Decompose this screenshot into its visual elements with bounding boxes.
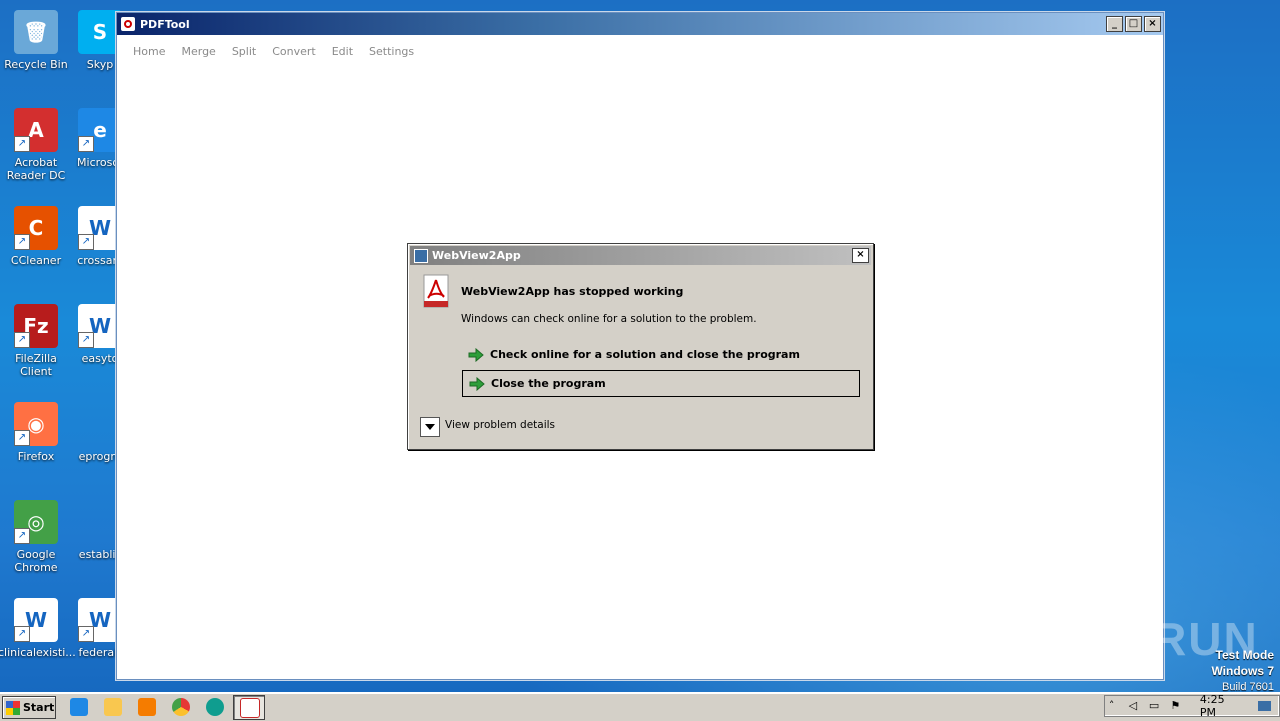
clock[interactable]: 4:25 PM bbox=[1200, 693, 1242, 719]
pdf-icon bbox=[240, 698, 260, 718]
windows-flag-icon bbox=[6, 700, 20, 715]
menu-merge[interactable]: Merge bbox=[181, 45, 215, 58]
shortcut-arrow-icon: ↗ bbox=[78, 332, 94, 348]
green-arrow-icon bbox=[468, 347, 484, 362]
pdftool-app-icon bbox=[121, 17, 135, 31]
green-arrow-icon bbox=[469, 376, 485, 391]
shortcut-icon: C ↗ bbox=[14, 206, 58, 250]
system-tray: ˄ ◁ ▭ ⚑ 4:25 PM bbox=[1104, 693, 1280, 719]
menu-convert[interactable]: Convert bbox=[272, 45, 316, 58]
check-online-option[interactable]: Check online for a solution and close th… bbox=[462, 341, 860, 368]
minimize-button[interactable]: _ bbox=[1106, 16, 1123, 32]
error-dialog: WebView2App × WebView2App has stopped wo… bbox=[407, 243, 874, 450]
dialog-heading: WebView2App has stopped working bbox=[461, 285, 684, 298]
folder-icon[interactable] bbox=[104, 698, 122, 716]
window-title: PDFTool bbox=[140, 17, 190, 31]
os-name: Windows 7 bbox=[1211, 664, 1274, 678]
start-label: Start bbox=[23, 701, 55, 714]
window-titlebar[interactable]: PDFTool _ □ × bbox=[117, 13, 1163, 35]
chrome-icon[interactable] bbox=[172, 698, 190, 716]
shortcut-arrow-icon: ↗ bbox=[14, 234, 30, 250]
shortcut-icon: A ↗ bbox=[14, 108, 58, 152]
dialog-title: WebView2App bbox=[432, 249, 521, 262]
media-player-icon[interactable] bbox=[138, 698, 156, 716]
app-menu: Home Merge Split Convert Edit Settings bbox=[117, 35, 1163, 58]
shortcut-arrow-icon: ↗ bbox=[14, 430, 30, 446]
shortcut-arrow-icon: ↗ bbox=[78, 626, 94, 642]
view-details-link[interactable]: View problem details bbox=[445, 419, 555, 431]
shortcut-icon: ◉ ↗ bbox=[14, 402, 58, 446]
test-mode-text: Test Mode bbox=[1215, 648, 1274, 662]
chevron-down-icon[interactable] bbox=[420, 417, 440, 437]
app-icon bbox=[414, 248, 428, 263]
ie-icon[interactable] bbox=[70, 698, 88, 716]
shortcut-arrow-icon: ↗ bbox=[14, 332, 30, 348]
shortcut-arrow-icon: ↗ bbox=[14, 626, 30, 642]
test-mode-label: Test Mode Windows 7 Build 7601 bbox=[1211, 648, 1274, 695]
flag-icon[interactable]: ⚑ bbox=[1169, 700, 1182, 712]
shortcut-icon: ◎ ↗ bbox=[14, 500, 58, 544]
shortcut-icon: Fz ↗ bbox=[14, 304, 58, 348]
shortcut-arrow-icon: ↗ bbox=[14, 136, 30, 152]
close-button[interactable]: × bbox=[1144, 16, 1161, 32]
close-program-option[interactable]: Close the program bbox=[462, 370, 860, 397]
maximize-button[interactable]: □ bbox=[1125, 16, 1142, 32]
menu-settings[interactable]: Settings bbox=[369, 45, 414, 58]
dialog-subtext: Windows can check online for a solution … bbox=[461, 313, 757, 325]
network-icon[interactable]: ▭ bbox=[1147, 700, 1160, 712]
check-online-label: Check online for a solution and close th… bbox=[490, 348, 800, 361]
shortcut-icon: 🗑 bbox=[14, 10, 58, 54]
show-desktop-icon[interactable] bbox=[1257, 701, 1271, 711]
dialog-titlebar[interactable]: WebView2App × bbox=[410, 246, 871, 265]
menu-home[interactable]: Home bbox=[133, 45, 165, 58]
dialog-close-button[interactable]: × bbox=[852, 248, 869, 263]
menu-split[interactable]: Split bbox=[232, 45, 256, 58]
menu-edit[interactable]: Edit bbox=[332, 45, 353, 58]
close-program-label: Close the program bbox=[491, 377, 606, 390]
chevron-up-icon[interactable]: ˄ bbox=[1105, 700, 1118, 712]
edge-icon[interactable] bbox=[206, 698, 224, 716]
taskbar: Start ˄ ◁ ▭ ⚑ 4:25 PM bbox=[0, 692, 1280, 721]
shortcut-arrow-icon: ↗ bbox=[78, 136, 94, 152]
start-button[interactable]: Start bbox=[2, 696, 56, 719]
shortcut-icon: W ↗ bbox=[14, 598, 58, 642]
acrobat-icon bbox=[423, 274, 449, 308]
shortcut-arrow-icon: ↗ bbox=[14, 528, 30, 544]
shortcut-arrow-icon: ↗ bbox=[78, 234, 94, 250]
pdftool-taskbar-button[interactable] bbox=[233, 695, 265, 720]
speaker-icon[interactable]: ◁ bbox=[1126, 700, 1139, 712]
